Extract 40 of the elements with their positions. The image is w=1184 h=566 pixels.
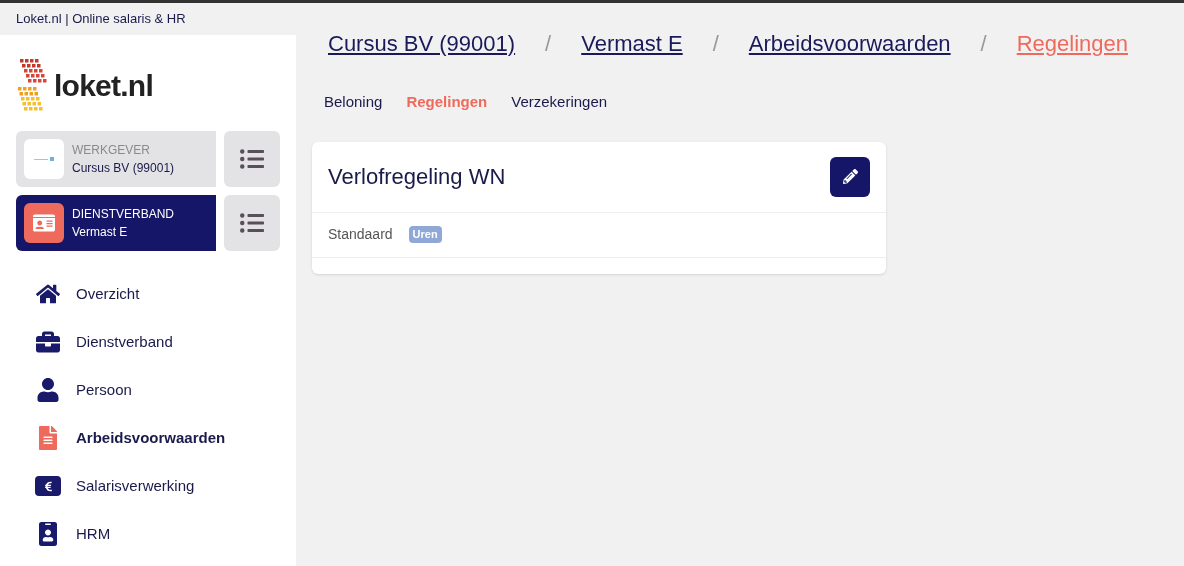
app-title: Loket.nl | Online salaris & HR <box>16 10 186 29</box>
logo-text: loket.nl <box>54 67 153 104</box>
user-icon <box>36 378 60 402</box>
list-icon <box>240 211 264 235</box>
card-title: Verlofregeling WN <box>328 163 506 191</box>
card-label: WERKGEVER <box>72 142 151 159</box>
list-menu-button[interactable] <box>224 131 280 187</box>
banknote-icon <box>35 476 61 496</box>
nav-item[interactable]: Salarisverwerking <box>16 462 280 510</box>
breadcrumb-link[interactable]: Arbeidsvoorwaarden <box>748 26 951 60</box>
breadcrumb-separator: / <box>980 29 987 58</box>
row-label: Standaard <box>328 225 393 244</box>
context-card[interactable]: DIENSTVERBAND Vermast E <box>16 195 216 251</box>
breadcrumb-separator: / <box>545 29 552 58</box>
edit-button[interactable] <box>830 156 870 197</box>
breadcrumb-link[interactable]: Vermast E <box>581 26 683 60</box>
nav-item[interactable]: Dienstverband <box>16 318 280 366</box>
breadcrumb-link[interactable]: Cursus BV (99001) <box>328 26 516 60</box>
nav-item[interactable]: Overzicht <box>16 270 280 318</box>
id-badge-icon <box>36 522 60 546</box>
list-menu-button[interactable] <box>224 195 280 251</box>
context-card[interactable]: WERKGEVER Cursus BV (99001) <box>16 131 216 187</box>
home-icon <box>36 282 60 306</box>
card-label: DIENSTVERBAND <box>72 206 175 223</box>
nav-item[interactable]: Arbeidsvoorwaarden <box>16 414 280 462</box>
contract-icon <box>24 203 64 243</box>
briefcase-icon <box>36 330 60 354</box>
tab[interactable]: Verzekeringen <box>511 91 608 114</box>
card-value: Cursus BV (99001) <box>72 160 175 177</box>
logo-mark-icon <box>16 57 50 113</box>
list-icon <box>240 147 264 171</box>
breadcrumb-separator: / <box>712 29 719 58</box>
card-value: Vermast E <box>72 224 129 241</box>
nav-item[interactable]: Persoon <box>16 366 280 414</box>
company-logo-icon <box>24 139 64 179</box>
tab[interactable]: Beloning <box>324 91 383 114</box>
document-icon <box>36 426 60 450</box>
nav-item[interactable]: HRM <box>16 510 280 558</box>
pencil-icon <box>842 169 858 184</box>
unit-tag: Uren <box>408 226 442 243</box>
